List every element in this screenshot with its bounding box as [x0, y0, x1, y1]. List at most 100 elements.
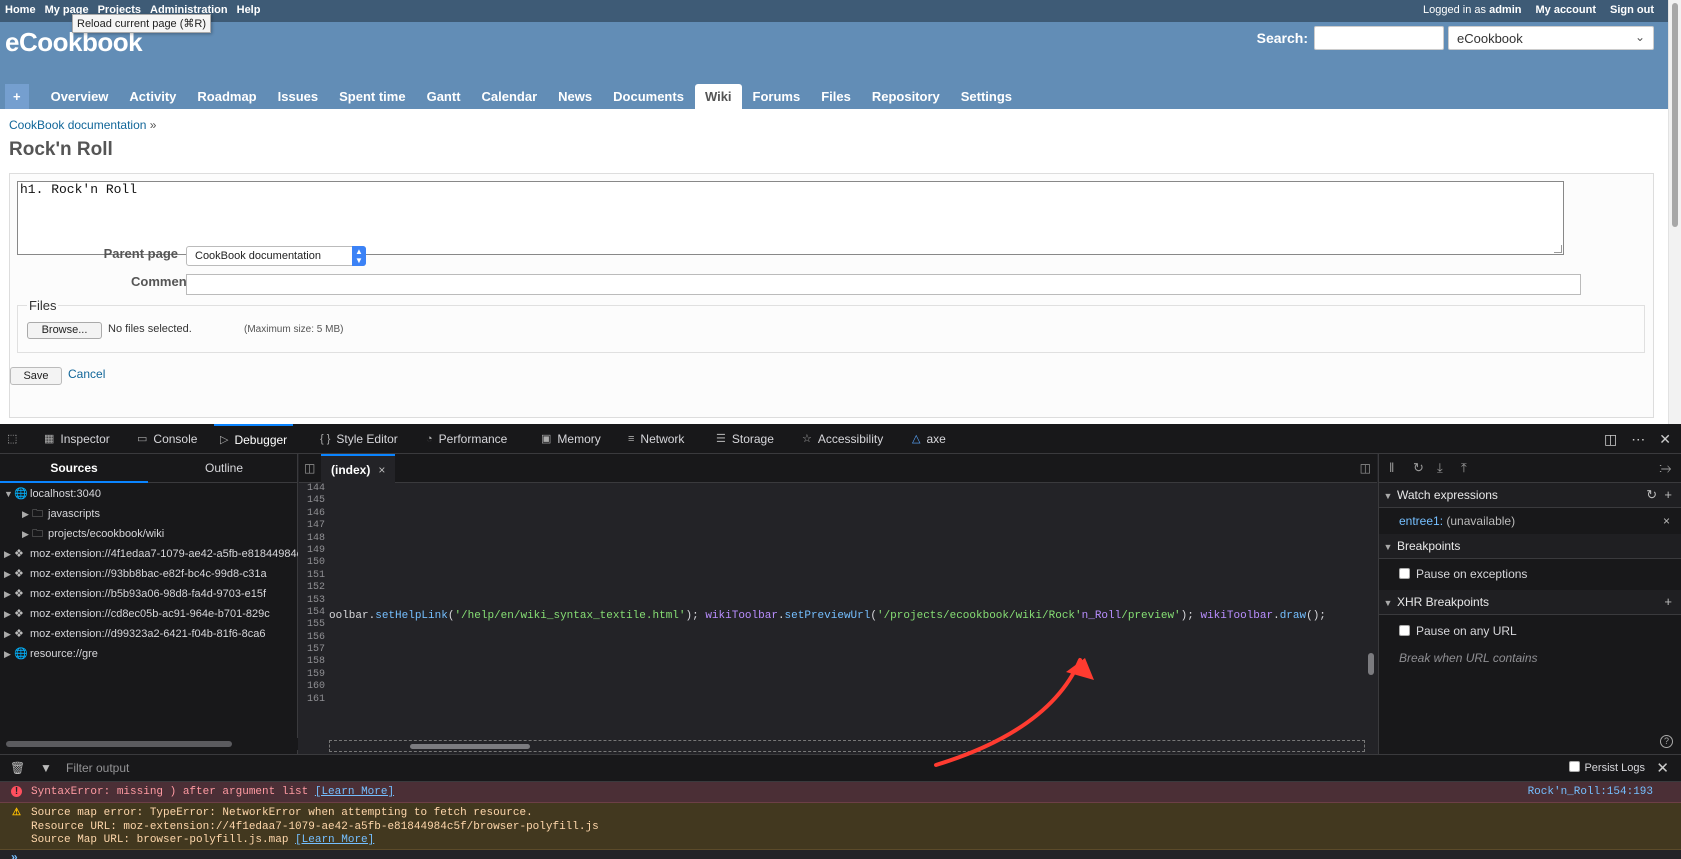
tab-files[interactable]: Files [811, 84, 861, 109]
source-tree-item[interactable]: ▶ 🗀 javascripts [0, 504, 298, 524]
tab-calendar[interactable]: Calendar [472, 84, 548, 109]
tab-spent-time[interactable]: Spent time [329, 84, 415, 109]
remove-watch-icon[interactable]: × [1663, 509, 1670, 533]
line-number[interactable]: 149 [299, 545, 329, 557]
xhr-breakpoints-header[interactable]: ▼ XHR Breakpoints + [1379, 590, 1681, 615]
collapsed-triangle-icon[interactable]: ▶ [22, 504, 32, 524]
line-number[interactable]: 158 [299, 656, 329, 668]
line-number[interactable]: 150 [299, 557, 329, 569]
editor-horizontal-scrollbar-thumb[interactable] [410, 744, 530, 749]
line-number[interactable]: 152 [299, 582, 329, 594]
source-tree-item[interactable]: ▶ ❖ moz-extension://d99323a2-6421-f04b-81f… [0, 624, 298, 644]
tab-sources[interactable]: Sources [0, 454, 148, 483]
filter-output-input[interactable]: Filter output [66, 761, 129, 775]
pause-on-exceptions-row[interactable]: Pause on exceptions [1379, 562, 1681, 586]
page-scrollbar[interactable] [1668, 0, 1681, 424]
project-jump-select[interactable]: eCookbook ⌄ [1448, 26, 1654, 50]
source-tree-item[interactable]: ▶ ❖ moz-extension://93bb8bac-e82f-bc4c-99d… [0, 564, 298, 584]
pause-on-any-url-checkbox[interactable] [1399, 625, 1410, 636]
watch-expression-row[interactable]: entree1: (unavailable) × [1379, 509, 1681, 533]
tab-settings[interactable]: Settings [951, 84, 1022, 109]
collapsed-triangle-icon[interactable]: ▶ [4, 584, 14, 604]
refresh-add-icons[interactable]: ↻ + [1646, 483, 1672, 507]
add-xhr-breakpoint-icon[interactable]: + [1664, 590, 1672, 614]
collapsed-triangle-icon[interactable]: ▶ [4, 564, 14, 584]
tool-network[interactable]: ≡ Network [628, 424, 684, 454]
tool-storage[interactable]: ☰ Storage [716, 424, 774, 454]
tab-news[interactable]: News [548, 84, 602, 109]
toggle-right-pane-icon[interactable]: ◫ [1360, 461, 1371, 475]
pause-on-any-url-row[interactable]: Pause on any URL [1379, 619, 1681, 643]
tab-wiki[interactable]: Wiki [694, 84, 742, 109]
wiki-text-editor[interactable]: h1. Rock'n Roll [17, 181, 1564, 255]
step-in-icon[interactable]: ⤓ [1437, 460, 1443, 476]
editor-vertical-scrollbar[interactable] [1365, 483, 1377, 740]
help-icon[interactable]: ? [1660, 735, 1673, 748]
logged-in-user[interactable]: admin [1489, 4, 1521, 16]
parent-page-select[interactable]: CookBook documentation ▲ ▼ [186, 246, 366, 266]
warning-learn-more-link[interactable]: [Learn More] [295, 834, 374, 846]
line-number[interactable]: 145 [299, 495, 329, 507]
collapsed-triangle-icon[interactable]: ▶ [22, 524, 32, 544]
tool-accessibility[interactable]: ☆ Accessibility [802, 424, 883, 454]
tool-memory[interactable]: ▣ Memory [541, 424, 601, 454]
expanded-triangle-icon[interactable]: ▼ [4, 484, 14, 504]
console-warning-message[interactable]: ⚠ Source map error: TypeError: NetworkEr… [0, 803, 1681, 850]
sources-scrollbar-thumb[interactable] [6, 741, 232, 747]
error-location-link[interactable]: Rock'n_Roll:154:193 [1528, 786, 1653, 798]
dock-side-icon[interactable]: ◫ [1604, 431, 1617, 448]
tab-forums[interactable]: Forums [743, 84, 811, 109]
line-number[interactable]: 151 [299, 570, 329, 582]
sources-scrollbar[interactable] [0, 738, 298, 750]
page-scrollbar-thumb[interactable] [1672, 3, 1678, 227]
xhr-url-input[interactable]: Break when URL contains [1379, 646, 1681, 670]
tab-repository[interactable]: Repository [862, 84, 950, 109]
editor-horizontal-scrollbar[interactable] [329, 740, 1365, 752]
line-number[interactable]: 157 [299, 644, 329, 656]
line-number[interactable]: 160 [299, 681, 329, 693]
my-account-link[interactable]: My account [1535, 4, 1596, 16]
pick-element-button[interactable]: ⬚ [7, 424, 17, 454]
tool-performance[interactable]: ◔ Performance [426, 424, 507, 454]
source-tree-item[interactable]: ▶ ❖ moz-extension://cd8ec05b-ac91-964e-b70… [0, 604, 298, 624]
code-view[interactable]: oolbar.setHelpLink ('/help/en/wiki_syntax… [329, 483, 1365, 740]
pause-icon[interactable]: ‖ [1389, 460, 1394, 475]
watch-expressions-header[interactable]: ▼ Watch expressions ↻ + [1379, 483, 1681, 508]
line-number[interactable]: 156 [299, 632, 329, 644]
source-tree-item[interactable]: ▶ 🗀 projects/ecookbook/wiki [0, 524, 298, 544]
tab-roadmap[interactable]: Roadmap [187, 84, 266, 109]
editor-vertical-scrollbar-thumb[interactable] [1368, 653, 1374, 675]
browse-button[interactable]: Browse... [27, 322, 102, 339]
close-console-icon[interactable]: ✕ [1656, 759, 1669, 777]
refresh-icon[interactable]: ↻ [1646, 487, 1657, 502]
tab-gantt[interactable]: Gantt [417, 84, 471, 109]
cancel-link[interactable]: Cancel [68, 367, 105, 381]
line-number[interactable]: 147 [299, 520, 329, 532]
tool-style-editor[interactable]: { } Style Editor [320, 424, 398, 454]
editor-tab-index[interactable]: (index) × [321, 454, 396, 483]
search-input[interactable] [1314, 26, 1444, 50]
collapsed-triangle-icon[interactable]: ▶ [4, 644, 14, 664]
step-over-icon[interactable]: ↻ [1413, 460, 1424, 476]
tool-axe[interactable]: △ axe [912, 424, 946, 454]
top-menu-help[interactable]: Help [237, 4, 261, 16]
top-menu-home[interactable]: Home [5, 4, 36, 16]
tool-debugger[interactable]: ▷ Debugger [214, 424, 294, 454]
toggle-sources-icon[interactable]: ◫ [304, 461, 315, 475]
deactivate-breakpoints-icon[interactable]: ⧴ [1659, 460, 1671, 476]
line-number[interactable]: 155 [299, 619, 329, 631]
resize-handle[interactable] [1554, 245, 1562, 253]
breakpoints-header[interactable]: ▼ Breakpoints [1379, 534, 1681, 559]
collapsed-triangle-icon[interactable]: ▶ [4, 624, 14, 644]
line-number[interactable]: 153 [299, 595, 329, 607]
tab-outline[interactable]: Outline [150, 454, 298, 483]
pause-on-exceptions-checkbox[interactable] [1399, 568, 1410, 579]
persist-logs-checkbox[interactable] [1569, 761, 1581, 772]
save-button[interactable]: Save [10, 367, 62, 385]
new-object-button[interactable]: + [5, 84, 29, 109]
breadcrumb-parent-link[interactable]: CookBook documentation [9, 118, 146, 132]
line-number[interactable]: 148 [299, 533, 329, 545]
more-options-icon[interactable]: ⋯ [1631, 431, 1645, 448]
collapsed-triangle-icon[interactable]: ▶ [4, 544, 14, 564]
line-number[interactable]: 159 [299, 669, 329, 681]
